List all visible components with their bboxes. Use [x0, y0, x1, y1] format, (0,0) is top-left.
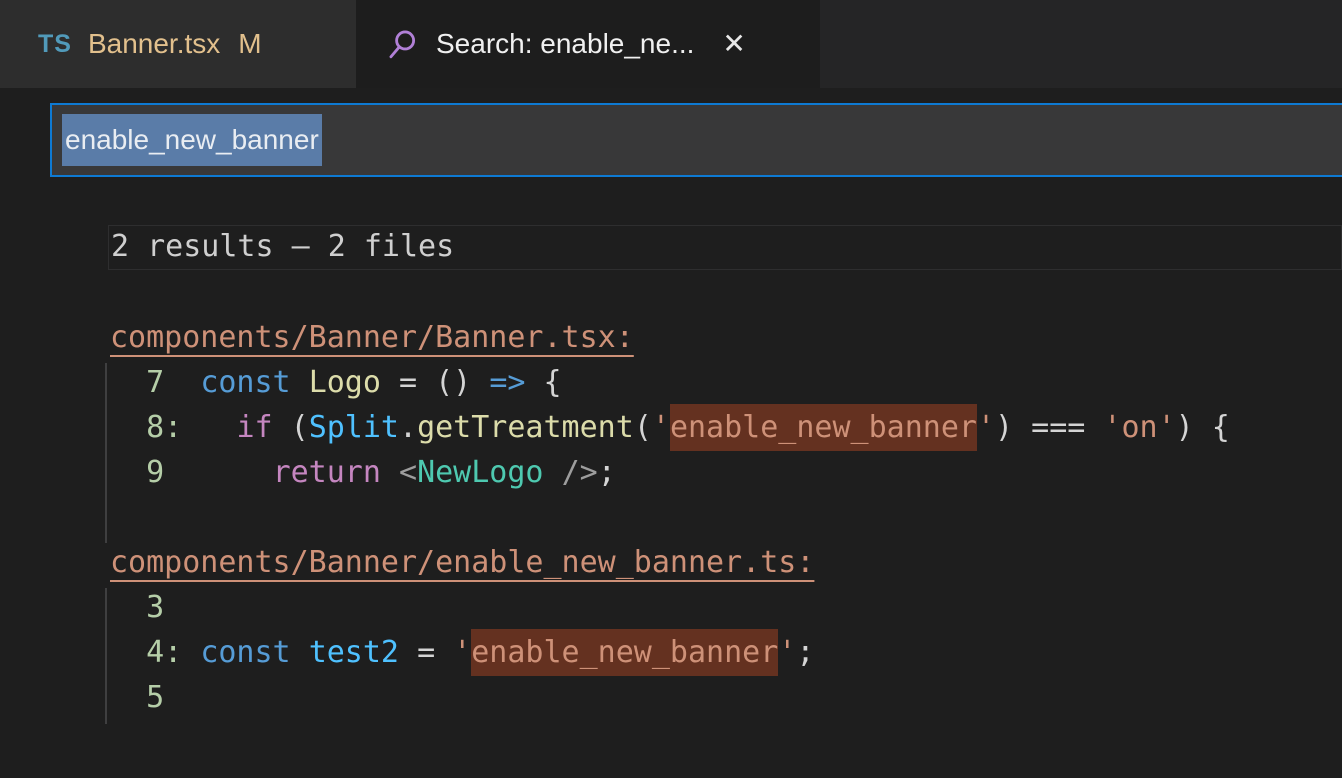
code-token: <	[399, 455, 417, 490]
code-token: NewLogo	[417, 455, 543, 490]
code-token: Split	[309, 410, 399, 445]
modified-badge: M	[238, 28, 261, 60]
code-lines: 7 const Logo = () => { 8: if (Split.getT…	[110, 360, 1342, 495]
code-token: ()	[435, 365, 471, 400]
result-code-line[interactable]: 7 const Logo = () => {	[110, 360, 1342, 405]
code-token: (	[291, 410, 309, 445]
file-path-link[interactable]: components/Banner/enable_new_banner.ts:	[110, 540, 814, 585]
code-token: ===	[1031, 410, 1085, 445]
tab-label: Banner.tsx	[88, 28, 220, 60]
tab-search-editor[interactable]: Search: enable_ne... ✕	[356, 0, 820, 88]
file-result-group: components/Banner/enable_new_banner.ts: …	[110, 540, 1342, 720]
code-token: 9	[110, 455, 164, 490]
tab-bar-empty-space	[820, 0, 1342, 88]
code-token	[164, 365, 200, 400]
file-path-link[interactable]: components/Banner/Banner.tsx:	[110, 315, 634, 360]
code-token	[182, 410, 236, 445]
result-code-line[interactable]: 3	[110, 585, 1342, 630]
code-token: 4:	[110, 635, 182, 670]
code-token	[182, 635, 200, 670]
code-token	[399, 635, 417, 670]
result-code-line[interactable]: 9 return <NewLogo />;	[110, 450, 1342, 495]
code-token: getTreatment	[417, 410, 634, 445]
code-token	[1085, 410, 1103, 445]
code-token: />	[562, 455, 598, 490]
code-token: ;	[796, 635, 814, 670]
code-token: )	[995, 410, 1013, 445]
search-results-editor: 2 results – 2 files components/Banner/Ba…	[0, 177, 1342, 720]
code-token: 8:	[110, 410, 182, 445]
search-query-input[interactable]: enable_new_banner	[50, 103, 1342, 177]
code-token	[164, 455, 272, 490]
result-code-line[interactable]: 8: if (Split.getTreatment('enable_new_ba…	[110, 405, 1342, 450]
results-summary: 2 results – 2 files	[108, 225, 1342, 270]
typescript-file-icon: TS	[38, 30, 72, 59]
results-list: components/Banner/Banner.tsx: 7 const Lo…	[110, 315, 1342, 720]
match-highlight: enable_new_banner	[670, 404, 977, 451]
code-token: (	[634, 410, 652, 445]
code-token: {	[1194, 410, 1230, 445]
code-token: Logo	[309, 365, 381, 400]
close-icon[interactable]: ✕	[722, 30, 745, 58]
code-token: 'on'	[1103, 410, 1175, 445]
code-token: .	[399, 410, 417, 445]
code-token: return	[273, 455, 381, 490]
tab-banner-tsx[interactable]: TS Banner.tsx M	[0, 0, 356, 88]
code-token: '	[977, 410, 995, 445]
code-token: const	[200, 365, 290, 400]
search-query-row: enable_new_banner	[0, 88, 1342, 177]
code-token	[417, 365, 435, 400]
code-token: const	[200, 635, 290, 670]
file-result-group: components/Banner/Banner.tsx: 7 const Lo…	[110, 315, 1342, 495]
code-token: {	[525, 365, 561, 400]
code-token: ;	[598, 455, 616, 490]
code-token	[381, 365, 399, 400]
code-token	[273, 410, 291, 445]
code-token: 7	[110, 365, 164, 400]
search-icon	[386, 27, 420, 61]
code-token: test2	[309, 635, 399, 670]
code-token	[291, 365, 309, 400]
selected-query-text: enable_new_banner	[62, 114, 322, 166]
code-token	[291, 635, 309, 670]
tab-label: Search: enable_ne...	[436, 28, 694, 60]
code-token: '	[778, 635, 796, 670]
code-token: 5	[110, 680, 164, 715]
result-code-line[interactable]: 4: const test2 = 'enable_new_banner';	[110, 630, 1342, 675]
code-token: =	[417, 635, 435, 670]
code-token	[1013, 410, 1031, 445]
code-token	[381, 455, 399, 490]
code-token: '	[652, 410, 670, 445]
match-highlight: enable_new_banner	[471, 629, 778, 676]
result-code-line[interactable]: 5	[110, 675, 1342, 720]
code-token	[435, 635, 453, 670]
code-token: =	[399, 365, 417, 400]
code-token: 3	[110, 590, 164, 625]
code-token: if	[236, 410, 272, 445]
editor-tab-bar: TS Banner.tsx M Search: enable_ne... ✕	[0, 0, 1342, 88]
code-token: =>	[489, 365, 525, 400]
code-token: '	[453, 635, 471, 670]
code-token	[544, 455, 562, 490]
code-lines: 3 4: const test2 = 'enable_new_banner'; …	[110, 585, 1342, 720]
code-token	[471, 365, 489, 400]
code-token: )	[1176, 410, 1194, 445]
